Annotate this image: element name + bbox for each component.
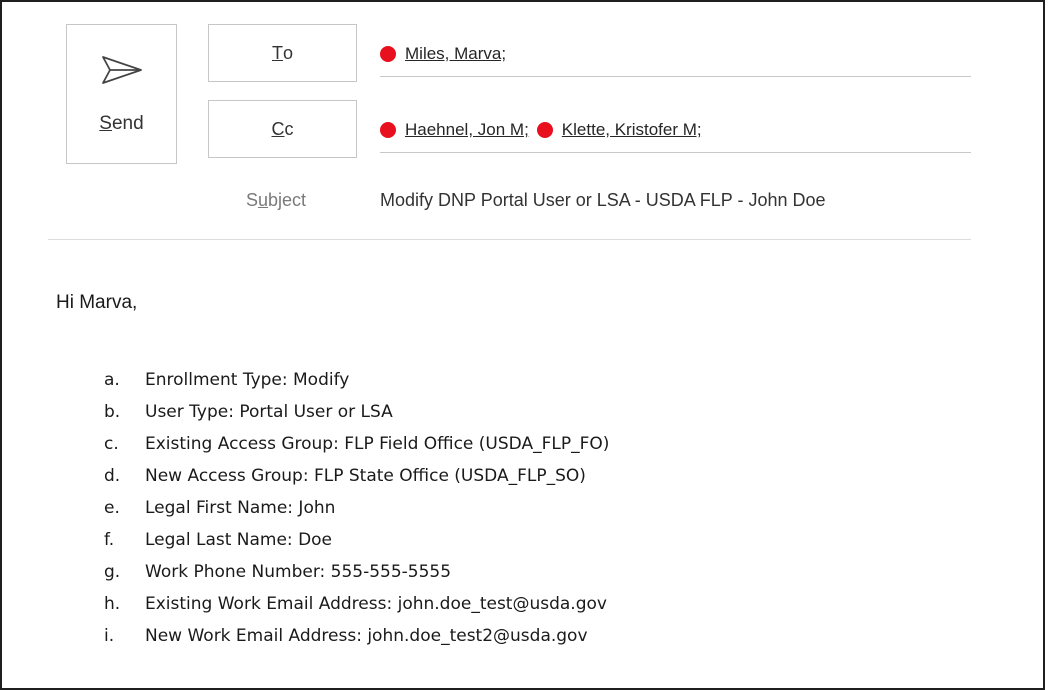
subject-mnemonic: u	[258, 190, 269, 210]
list-marker: e.	[104, 498, 120, 518]
header-divider	[48, 239, 971, 240]
subject-label: Subject	[246, 190, 306, 211]
presence-status-icon	[380, 122, 396, 138]
list-item: f. Legal Last Name: Doe	[104, 524, 609, 556]
cc-mnemonic: C	[271, 118, 285, 139]
list-item: d. New Access Group: FLP State Office (US…	[104, 460, 609, 492]
subject-label-pre: S	[246, 190, 259, 210]
body-field-list[interactable]: a. Enrollment Type: Modify b. User Type: P…	[104, 364, 609, 652]
list-marker: i.	[104, 626, 115, 646]
list-marker: c.	[104, 434, 119, 454]
send-mnemonic: S	[99, 113, 112, 134]
send-label: Send	[67, 113, 176, 135]
list-item: g. Work Phone Number: 555-555-5555	[104, 556, 609, 588]
list-marker: b.	[104, 402, 121, 422]
to-mnemonic: T	[271, 42, 283, 63]
subject-label-post: bject	[268, 190, 307, 210]
cc-label-rest: c	[284, 118, 294, 139]
list-item: e. Legal First Name: John	[104, 492, 609, 524]
list-item-text: Enrollment Type: Modify	[145, 370, 350, 390]
list-item-text: Work Phone Number: 555-555-5555	[145, 562, 452, 582]
email-compose-window: Send To Cc Miles, Marva; Haehnel, Jon M;…	[0, 0, 1045, 690]
recipient-name: Haehnel, Jon M;	[405, 120, 529, 139]
recipient-chip[interactable]: Haehnel, Jon M;	[380, 120, 529, 140]
list-item-text: User Type: Portal User or LSA	[145, 402, 393, 422]
list-item: b. User Type: Portal User or LSA	[104, 396, 609, 428]
presence-status-icon	[536, 122, 553, 138]
recipient-name: Miles, Marva;	[405, 44, 507, 63]
list-item-text: New Work Email Address: john.doe_test2@u…	[145, 626, 588, 646]
send-icon	[102, 56, 142, 84]
list-marker: f.	[104, 530, 115, 550]
list-item-text: Existing Access Group: FLP Field Office …	[145, 434, 610, 454]
list-item: a. Enrollment Type: Modify	[104, 364, 609, 396]
subject-input[interactable]: Modify DNP Portal User or LSA - USDA FLP…	[380, 190, 826, 211]
list-item-text: Legal First Name: John	[145, 498, 336, 518]
list-marker: g.	[104, 562, 121, 582]
list-item-text: New Access Group: FLP State Office (USDA…	[145, 466, 586, 486]
cc-recipients-field[interactable]: Haehnel, Jon M; Klette, Kristofer M;	[380, 108, 971, 153]
presence-status-icon	[380, 46, 396, 62]
recipient-chip[interactable]: Miles, Marva;	[380, 44, 506, 64]
list-marker: h.	[104, 594, 121, 614]
list-item: c. Existing Access Group: FLP Field Offic…	[104, 428, 609, 460]
list-item: h. Existing Work Email Address: john.doe_…	[104, 588, 609, 620]
list-marker: d.	[104, 466, 121, 486]
cc-button[interactable]: Cc	[208, 100, 357, 158]
to-label-rest: o	[282, 42, 293, 63]
list-marker: a.	[104, 370, 120, 390]
to-button[interactable]: To	[208, 24, 357, 82]
list-item: i. New Work Email Address: john.doe_test2…	[104, 620, 609, 652]
send-button[interactable]: Send	[66, 24, 177, 164]
to-recipients-field[interactable]: Miles, Marva;	[380, 32, 971, 77]
send-label-rest: end	[111, 113, 144, 134]
recipient-chip[interactable]: Klette, Kristofer M;	[536, 120, 702, 140]
body-greeting[interactable]: Hi Marva,	[56, 292, 137, 314]
list-item-text: Legal Last Name: Doe	[145, 530, 333, 550]
list-item-text: Existing Work Email Address: john.doe_te…	[145, 594, 607, 614]
recipient-name: Klette, Kristofer M;	[561, 120, 702, 139]
